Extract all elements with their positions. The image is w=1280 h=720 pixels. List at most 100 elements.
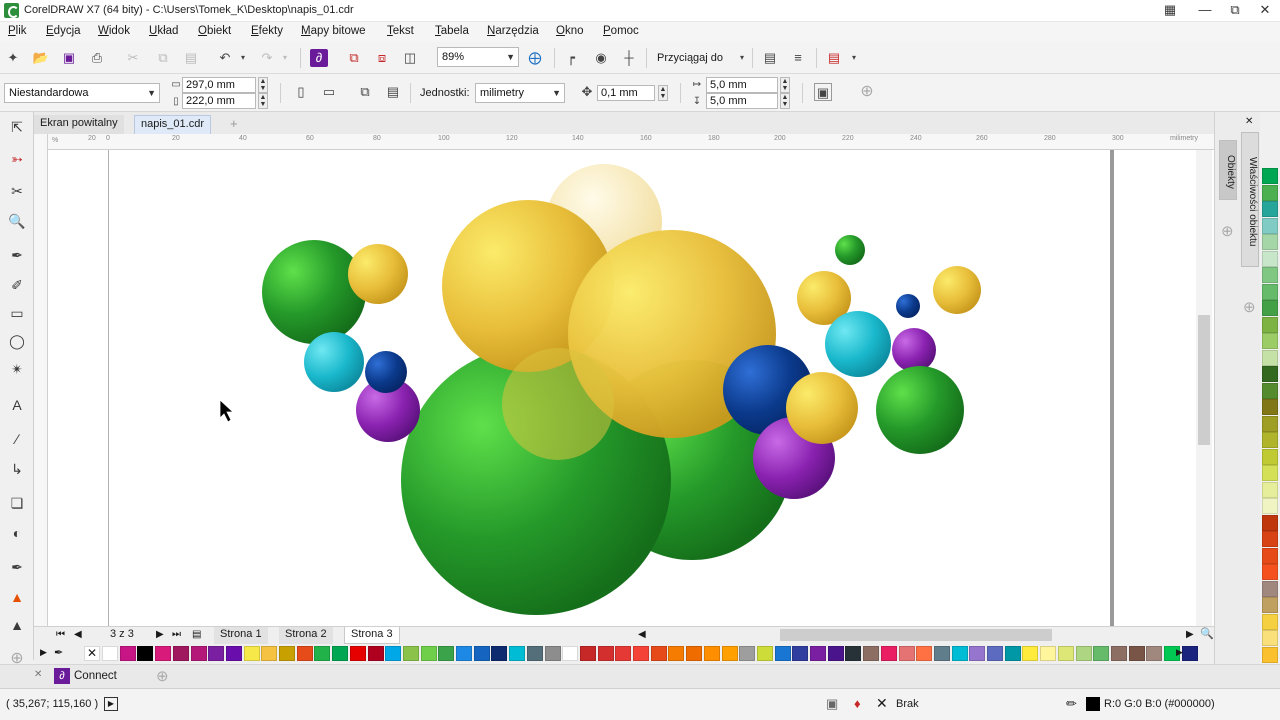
- color-swatch[interactable]: [1262, 201, 1278, 217]
- color-swatch[interactable]: [827, 646, 844, 661]
- color-swatch[interactable]: [951, 646, 968, 661]
- color-swatch[interactable]: [1181, 646, 1198, 661]
- menu-narzedzia[interactable]: Narzędzia: [487, 25, 539, 37]
- color-swatch[interactable]: [367, 646, 384, 661]
- application-launcher-icon[interactable]: ▤: [825, 49, 843, 67]
- color-swatch[interactable]: [1262, 366, 1278, 382]
- no-color-swatch[interactable]: ✕: [84, 646, 100, 661]
- palette-menu-icon[interactable]: ▶: [40, 647, 47, 658]
- rectangle-tool-icon[interactable]: ▭: [6, 302, 28, 324]
- add-toolbar-item-icon[interactable]: ⊕: [858, 83, 876, 101]
- color-swatch[interactable]: [1146, 646, 1163, 661]
- zoom-tool-icon[interactable]: 🔍: [6, 210, 28, 232]
- color-swatch[interactable]: [756, 646, 773, 661]
- show-guidelines-icon[interactable]: ┼: [620, 49, 638, 67]
- color-swatch[interactable]: [296, 646, 313, 661]
- hscroll-left-icon[interactable]: ◀: [632, 627, 652, 644]
- color-swatch[interactable]: [1262, 481, 1278, 498]
- restore-button[interactable]: ⧉: [1220, 0, 1250, 22]
- ellipse-tool-icon[interactable]: ◯: [6, 330, 28, 352]
- all-pages-icon[interactable]: ⧉: [356, 83, 374, 101]
- bubble-group[interactable]: [262, 164, 981, 615]
- new-document-icon[interactable]: ✦: [4, 49, 22, 67]
- text-tool-icon[interactable]: A: [6, 394, 28, 416]
- color-swatch[interactable]: [1110, 646, 1127, 661]
- color-swatch[interactable]: [597, 646, 614, 661]
- horizontal-scroll-thumb[interactable]: [780, 629, 1052, 641]
- redo-icon[interactable]: ↷: [258, 49, 276, 67]
- portrait-icon[interactable]: ▯: [292, 83, 310, 101]
- page-width-input[interactable]: 297,0 mm: [182, 77, 256, 93]
- color-swatch[interactable]: [1262, 250, 1278, 267]
- units-select[interactable]: milimetry ▼: [475, 83, 565, 103]
- color-swatch[interactable]: [863, 646, 880, 661]
- scrollbar-thumb[interactable]: [1198, 315, 1210, 445]
- color-swatch[interactable]: [438, 646, 455, 661]
- color-swatch[interactable]: [1093, 646, 1110, 661]
- color-swatch[interactable]: [190, 646, 207, 661]
- color-swatch[interactable]: [668, 646, 685, 661]
- color-swatch[interactable]: [1262, 597, 1278, 613]
- color-swatch[interactable]: [1262, 448, 1278, 465]
- options-icon[interactable]: ▤: [761, 49, 779, 67]
- close-icon[interactable]: ✕: [1245, 116, 1253, 127]
- color-swatch[interactable]: [810, 646, 826, 661]
- open-icon[interactable]: 📂: [32, 49, 50, 67]
- color-swatch[interactable]: [1057, 646, 1074, 661]
- color-swatch[interactable]: [916, 646, 933, 661]
- tab-napis-01[interactable]: napis_01.cdr: [134, 115, 211, 134]
- color-swatch[interactable]: [119, 646, 136, 661]
- launcher-dropdown-icon[interactable]: ▾: [845, 49, 863, 67]
- palette-scroll-right-icon[interactable]: ▶: [1176, 647, 1183, 658]
- color-swatch[interactable]: [137, 646, 154, 661]
- color-swatch[interactable]: [1262, 399, 1278, 415]
- minimize-button[interactable]: —: [1190, 0, 1220, 22]
- color-swatch[interactable]: [792, 646, 809, 661]
- color-swatch[interactable]: [1262, 630, 1278, 646]
- color-swatch[interactable]: [1262, 531, 1278, 547]
- artistic-media-icon[interactable]: ✐: [6, 274, 28, 296]
- add-docker-icon[interactable]: ⊕: [156, 667, 169, 685]
- duplicate-distance-x-input[interactable]: 5,0 mm: [706, 77, 778, 93]
- dup-x-spin-icon[interactable]: ▲ ▼: [780, 77, 790, 93]
- landscape-icon[interactable]: ▭: [320, 83, 338, 101]
- color-swatch[interactable]: [1262, 217, 1278, 234]
- color-swatch[interactable]: [314, 646, 331, 661]
- vertical-scrollbar[interactable]: [1196, 150, 1212, 626]
- nudge-distance-input[interactable]: 0,1 mm: [597, 85, 655, 101]
- color-swatch[interactable]: [615, 646, 632, 661]
- color-swatch[interactable]: [243, 646, 260, 661]
- fill-icon[interactable]: ♦: [854, 696, 861, 711]
- color-swatch[interactable]: [987, 646, 1003, 661]
- eyedropper-icon[interactable]: ✒: [6, 556, 28, 578]
- connector-tool-icon[interactable]: ↳: [6, 458, 28, 480]
- menu-obiekt[interactable]: Obiekt: [198, 25, 231, 37]
- help-icon[interactable]: ▦: [1155, 0, 1185, 22]
- import-icon[interactable]: ⧉: [345, 49, 363, 67]
- color-swatch[interactable]: [1262, 333, 1278, 349]
- color-swatch[interactable]: [420, 646, 437, 661]
- color-swatch[interactable]: [703, 646, 720, 661]
- menu-tekst[interactable]: Tekst: [387, 25, 414, 37]
- menu-edycja[interactable]: Edycja: [46, 25, 81, 37]
- color-swatch[interactable]: [526, 646, 543, 661]
- menu-efekty[interactable]: Efekty: [251, 25, 283, 37]
- color-swatch[interactable]: [402, 646, 419, 661]
- show-rulers-icon[interactable]: ┍: [562, 49, 580, 67]
- color-swatch[interactable]: [1262, 234, 1278, 250]
- page-height-input[interactable]: 222,0 mm: [182, 93, 256, 109]
- color-swatch[interactable]: [562, 646, 579, 661]
- menu-okno[interactable]: Okno: [556, 25, 584, 37]
- save-icon[interactable]: ▣: [60, 49, 78, 67]
- outline-pen-icon[interactable]: ✏: [1066, 696, 1077, 712]
- color-swatch[interactable]: [279, 646, 295, 661]
- transparency-icon[interactable]: ◐: [6, 522, 28, 544]
- color-swatch[interactable]: [774, 646, 791, 661]
- menu-tabela[interactable]: Tabela: [435, 25, 469, 37]
- connect-label[interactable]: Connect: [74, 670, 117, 682]
- document-color-icon[interactable]: ▣: [826, 696, 838, 712]
- show-grid-icon[interactable]: ◉: [592, 49, 610, 67]
- color-swatch[interactable]: [473, 646, 490, 661]
- menu-plik[interactable]: Plik: [8, 25, 27, 37]
- color-swatch[interactable]: [1262, 349, 1278, 366]
